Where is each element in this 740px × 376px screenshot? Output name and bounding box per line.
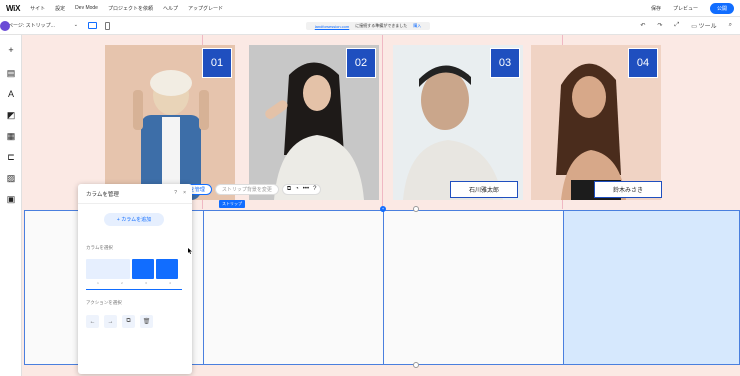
wix-logo[interactable]: WiX xyxy=(6,4,20,13)
team-card[interactable]: 03 xyxy=(393,45,523,200)
column-selector xyxy=(86,259,182,279)
team-card[interactable]: 04 xyxy=(531,45,661,200)
column-option-selected[interactable] xyxy=(132,259,154,279)
image-icon[interactable]: ▨ xyxy=(6,173,16,183)
team-card[interactable]: 02 xyxy=(249,45,379,200)
page-selector[interactable]: ページ: ストリップ... ⌄ xyxy=(8,22,78,29)
delete-icon[interactable]: 🗑 xyxy=(140,315,153,328)
strip-bottom-handle[interactable] xyxy=(413,362,419,368)
pages-icon[interactable]: ▤ xyxy=(6,68,16,78)
menu-upgrade[interactable]: アップグレード xyxy=(188,5,223,12)
left-toolbar: + ▤ A ◩ ▦ ⊏ ▨ ▣ xyxy=(0,21,22,376)
design-icon[interactable]: A xyxy=(6,89,16,99)
change-background-button[interactable]: ストリップ背景を変更 xyxy=(214,183,279,195)
more-icon[interactable]: ••• xyxy=(303,186,309,192)
url-bar: landforsession.com に接続する準備ができました 購入 xyxy=(306,22,430,30)
tick-label: 1 xyxy=(97,281,99,285)
card-number: 04 xyxy=(628,48,658,78)
duplicate-icon[interactable]: ⧉ xyxy=(122,315,135,328)
mobile-icon[interactable] xyxy=(105,21,110,30)
close-icon[interactable]: × xyxy=(183,190,186,196)
move-left-icon[interactable]: ← xyxy=(86,315,99,328)
menu-hire[interactable]: プロジェクトを依頼 xyxy=(108,5,153,12)
menu-dev-mode[interactable]: Dev Mode xyxy=(75,5,98,12)
media-icon[interactable]: ◩ xyxy=(6,110,16,120)
strip-label[interactable]: ストリップ xyxy=(219,200,245,208)
chevron-down-icon: ⌄ xyxy=(73,22,78,28)
column-ticks: 1 2 3 4 xyxy=(86,281,182,285)
add-column-handle[interactable]: + xyxy=(380,206,386,212)
tools-label: ツール xyxy=(698,24,717,30)
undo-icon[interactable]: ↶ xyxy=(640,22,645,29)
menu-site[interactable]: サイト xyxy=(30,5,45,12)
strip-icon-group: ⧉ ◔ ••• ? xyxy=(281,183,322,195)
manage-columns-panel: カラムを管理 ? × + カラムを追加 カラムを選択 1 2 3 4 アクション… xyxy=(78,184,192,374)
select-column-label: カラムを選択 xyxy=(86,245,113,250)
apps-icon[interactable]: ▦ xyxy=(6,131,16,141)
url-note: に接続する準備ができました xyxy=(355,23,408,28)
search-icon[interactable]: ⌕ xyxy=(729,22,732,29)
tick-label: 3 xyxy=(145,281,147,285)
select-action-label: アクションを選択 xyxy=(86,300,122,305)
card-number: 02 xyxy=(346,48,376,78)
tools-button[interactable]: ▭ ツール xyxy=(691,21,716,30)
editor-toolbar: ページ: ストリップ... ⌄ landforsession.com に接続する… xyxy=(0,17,740,35)
page-selector-label: ページ: ストリップ... xyxy=(8,23,55,29)
strip-column[interactable] xyxy=(384,211,563,364)
add-column-button[interactable]: + カラムを追加 xyxy=(104,213,164,226)
help-icon[interactable]: ? xyxy=(174,190,177,196)
team-card[interactable]: 01 xyxy=(105,45,235,200)
card-number: 01 xyxy=(202,48,232,78)
card-number: 03 xyxy=(490,48,520,78)
menu-settings[interactable]: 設定 xyxy=(55,5,65,12)
strip-column-selected[interactable] xyxy=(564,211,739,364)
tick-label: 4 xyxy=(169,281,171,285)
business-icon[interactable]: ⊏ xyxy=(6,152,16,162)
menu-help[interactable]: ヘルプ xyxy=(163,5,178,12)
top-bar: WiX サイト 設定 Dev Mode プロジェクトを依頼 ヘルプ アップグレー… xyxy=(0,0,740,17)
editor-canvas[interactable]: 01 02 03 04 石川雅太郎 鈴木みさき ストリップ背景を変更 ⧉ ◔ •… xyxy=(22,35,740,376)
desktop-icon[interactable] xyxy=(88,22,97,29)
redo-icon[interactable]: ↷ xyxy=(657,22,662,29)
user-badge[interactable] xyxy=(0,21,10,31)
help-icon[interactable]: ? xyxy=(313,186,316,192)
preview-button[interactable]: プレビュー xyxy=(673,5,698,12)
move-right-icon[interactable]: → xyxy=(104,315,117,328)
strip-column[interactable] xyxy=(204,211,383,364)
name-label[interactable]: 鈴木みさき xyxy=(594,181,662,198)
column-slider[interactable] xyxy=(86,289,182,290)
column-option[interactable] xyxy=(86,259,130,279)
tick-label: 2 xyxy=(121,281,123,285)
name-label[interactable]: 石川雅太郎 xyxy=(450,181,518,198)
url-domain[interactable]: landforsession.com xyxy=(315,24,349,29)
column-guide xyxy=(382,35,383,209)
top-menu: サイト 設定 Dev Mode プロジェクトを依頼 ヘルプ アップグレード xyxy=(30,5,223,12)
layout-icon[interactable]: ⧉ xyxy=(287,186,291,193)
mouse-cursor-icon xyxy=(188,248,192,254)
publish-button[interactable]: 公開 xyxy=(709,2,734,14)
save-button[interactable]: 保存 xyxy=(651,5,661,12)
animation-icon[interactable]: ◔ xyxy=(295,186,299,192)
column-actions: ← → ⧉ 🗑 xyxy=(86,315,153,328)
strip-top-handle[interactable] xyxy=(413,206,419,212)
zoom-icon[interactable]: ⤢ xyxy=(674,22,679,29)
store-icon[interactable]: ▣ xyxy=(6,194,16,204)
add-icon[interactable]: + xyxy=(6,45,16,55)
connect-domain-link[interactable]: 購入 xyxy=(413,23,421,29)
column-option-selected[interactable] xyxy=(156,259,178,279)
